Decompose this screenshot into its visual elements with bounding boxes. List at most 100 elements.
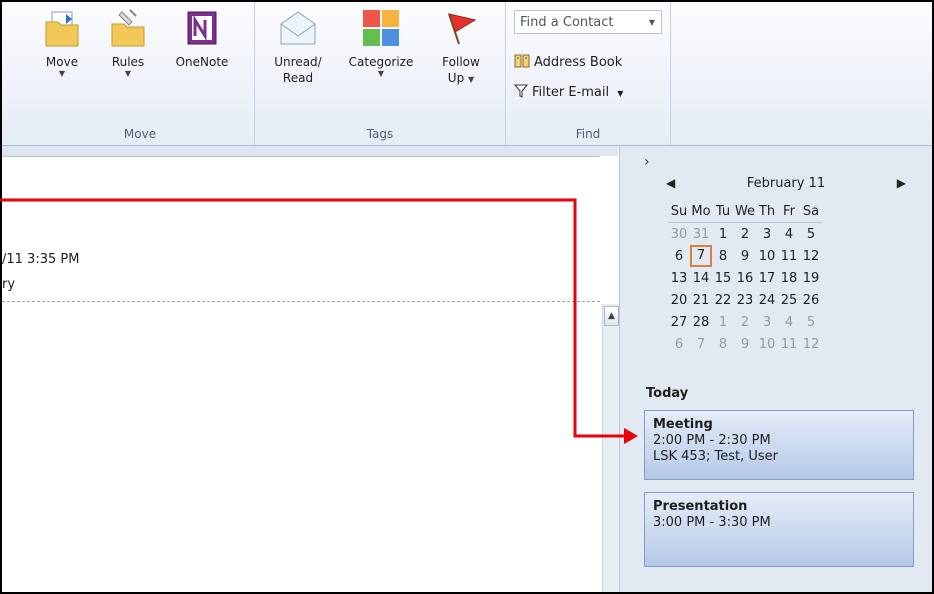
next-month-icon[interactable]: ▶ bbox=[897, 176, 906, 190]
appointment-presentation[interactable]: Presentation 3:00 PM - 3:30 PM bbox=[644, 492, 914, 567]
calendar-day[interactable]: 3 bbox=[756, 311, 778, 333]
ribbon: Move ▼ Rules ▼ OneNote Move Unread/ Read… bbox=[2, 2, 932, 146]
reading-pane-frame bbox=[2, 146, 618, 156]
calendar-day[interactable]: 10 bbox=[756, 333, 778, 355]
move-group: Move ▼ Rules ▼ OneNote Move bbox=[26, 2, 255, 145]
calendar-day[interactable]: 31 bbox=[690, 223, 712, 246]
calendar-day[interactable]: 28 bbox=[690, 311, 712, 333]
calendar-day[interactable]: 3 bbox=[756, 223, 778, 246]
weekday-header: Mo bbox=[690, 200, 712, 223]
weekday-header: Sa bbox=[800, 200, 822, 223]
calendar-day[interactable]: 11 bbox=[778, 333, 800, 355]
calendar-day[interactable]: 2 bbox=[734, 311, 756, 333]
envelope-icon bbox=[278, 8, 318, 48]
categorize-button[interactable]: Categorize ▼ bbox=[339, 8, 423, 78]
tags-group-label: Tags bbox=[366, 127, 394, 141]
move-button[interactable]: Move ▼ bbox=[40, 8, 84, 78]
unread-read-button[interactable]: Unread/ Read bbox=[265, 8, 331, 86]
reading-pane: /11 3:35 PM ry bbox=[2, 156, 600, 592]
calendar-day[interactable]: 24 bbox=[756, 289, 778, 311]
appointment-meeting[interactable]: Meeting 2:00 PM - 2:30 PM LSK 453; Test,… bbox=[644, 410, 914, 480]
onenote-button[interactable]: OneNote bbox=[170, 8, 234, 70]
calendar-day[interactable]: 7 bbox=[690, 245, 712, 267]
calendar-day[interactable]: 1 bbox=[712, 311, 734, 333]
calendar-day[interactable]: 14 bbox=[690, 267, 712, 289]
outlook-window: Move ▼ Rules ▼ OneNote Move Unread/ Read… bbox=[0, 0, 934, 594]
calendar-day[interactable]: 27 bbox=[668, 311, 690, 333]
calendar-day[interactable]: 7 bbox=[690, 333, 712, 355]
weekday-header: Tu bbox=[712, 200, 734, 223]
date-navigator: Su Mo Tu We Th Fr Sa 30 31 1 2 3 4 5 6 7 8 9 10 11 12 13 14 15… bbox=[668, 200, 822, 355]
calendar-day[interactable]: 21 bbox=[690, 289, 712, 311]
calendar-day[interactable]: 2 bbox=[734, 223, 756, 246]
appointment-title: Presentation bbox=[653, 499, 748, 514]
calendar-day[interactable]: 4 bbox=[778, 311, 800, 333]
calendar-day[interactable]: 30 bbox=[668, 223, 690, 246]
calendar-day[interactable]: 22 bbox=[712, 289, 734, 311]
filter-email-button[interactable]: Filter E-mail ▼ bbox=[513, 82, 624, 104]
today-label: Today bbox=[646, 386, 689, 401]
calendar-day[interactable]: 16 bbox=[734, 267, 756, 289]
move-label: Move bbox=[45, 55, 79, 69]
calendar-day[interactable]: 12 bbox=[800, 333, 822, 355]
appointment-location: LSK 453; Test, User bbox=[653, 449, 778, 464]
calendar-week: 20 21 22 23 24 25 26 bbox=[668, 289, 822, 311]
message-category: ry bbox=[2, 277, 16, 292]
rules-label: Rules bbox=[111, 55, 145, 69]
dropdown-arrow-icon: ▼ bbox=[468, 75, 475, 84]
weekday-header: Th bbox=[756, 200, 778, 223]
expand-chevron-icon[interactable]: › bbox=[644, 154, 650, 170]
vertical-scrollbar[interactable]: ▲ bbox=[602, 304, 619, 592]
find-group: Find a Contact ▼ Address Book Filter E-m… bbox=[506, 2, 671, 145]
unread-label-1: Unread/ bbox=[274, 55, 322, 69]
dropdown-arrow-icon: ▼ bbox=[58, 69, 66, 78]
calendar-day[interactable]: 15 bbox=[712, 267, 734, 289]
calendar-day[interactable]: 10 bbox=[756, 245, 778, 267]
calendar-day[interactable]: 20 bbox=[668, 289, 690, 311]
calendar-day[interactable]: 1 bbox=[712, 223, 734, 246]
dropdown-arrow-icon: ▼ bbox=[124, 69, 132, 78]
calendar-day[interactable]: 9 bbox=[734, 245, 756, 267]
calendar-day[interactable]: 19 bbox=[800, 267, 822, 289]
follow-label-2: Up bbox=[447, 71, 465, 85]
scroll-up-icon[interactable]: ▲ bbox=[604, 306, 619, 326]
rules-button[interactable]: Rules ▼ bbox=[106, 8, 150, 78]
appointment-time: 2:00 PM - 2:30 PM bbox=[653, 433, 771, 448]
address-book-label: Address Book bbox=[534, 55, 623, 70]
weekday-header: Su bbox=[668, 200, 690, 223]
calendar-day[interactable]: 18 bbox=[778, 267, 800, 289]
move-group-label: Move bbox=[123, 127, 157, 141]
calendar-day[interactable]: 25 bbox=[778, 289, 800, 311]
calendar-day[interactable]: 13 bbox=[668, 267, 690, 289]
calendar-day[interactable]: 5 bbox=[800, 223, 822, 246]
filter-email-label: Filter E-mail bbox=[532, 85, 610, 100]
calendar-day[interactable]: 11 bbox=[778, 245, 800, 267]
calendar-day[interactable]: 8 bbox=[712, 333, 734, 355]
dropdown-arrow-icon[interactable]: ▼ bbox=[649, 11, 655, 35]
today-marker[interactable]: 7 bbox=[690, 245, 712, 267]
calendar-day[interactable]: 12 bbox=[800, 245, 822, 267]
follow-up-button[interactable]: Follow Up ▼ bbox=[431, 8, 491, 86]
calendar-day[interactable]: 4 bbox=[778, 223, 800, 246]
appointment-time: 3:00 PM - 3:30 PM bbox=[653, 515, 771, 530]
calendar-week: 27 28 1 2 3 4 5 bbox=[668, 311, 822, 333]
calendar-header: ◀ February 11 ▶ bbox=[656, 176, 916, 196]
find-contact-value: Find a Contact bbox=[520, 15, 614, 30]
follow-label-1: Follow bbox=[442, 55, 480, 69]
folder-move-icon bbox=[42, 8, 82, 48]
calendar-day[interactable]: 8 bbox=[712, 245, 734, 267]
dropdown-arrow-icon: ▼ bbox=[617, 89, 624, 98]
calendar-day[interactable]: 17 bbox=[756, 267, 778, 289]
funnel-icon bbox=[513, 84, 529, 98]
appointment-title: Meeting bbox=[653, 417, 713, 432]
calendar-day[interactable]: 6 bbox=[668, 333, 690, 355]
calendar-day[interactable]: 26 bbox=[800, 289, 822, 311]
onenote-icon bbox=[182, 8, 222, 48]
calendar-day[interactable]: 6 bbox=[668, 245, 690, 267]
calendar-day[interactable]: 9 bbox=[734, 333, 756, 355]
find-group-label: Find bbox=[575, 127, 601, 141]
calendar-day[interactable]: 23 bbox=[734, 289, 756, 311]
address-book-button[interactable]: Address Book bbox=[514, 52, 622, 74]
calendar-day[interactable]: 5 bbox=[800, 311, 822, 333]
find-contact-combo[interactable]: Find a Contact ▼ bbox=[514, 10, 662, 34]
